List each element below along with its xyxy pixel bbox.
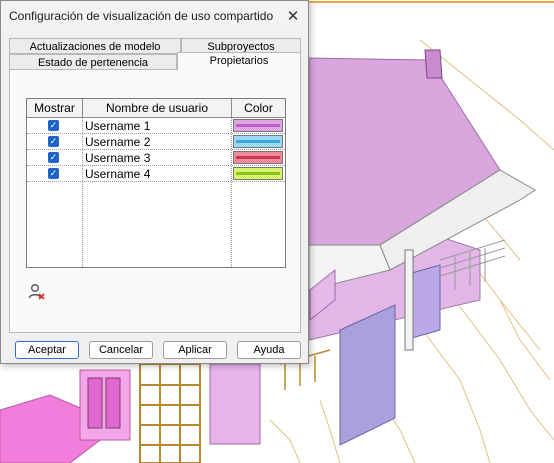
show-checkbox[interactable]: ✓	[48, 152, 59, 163]
color-swatch[interactable]	[233, 119, 283, 132]
tab-label: Propietarios	[209, 55, 269, 67]
owners-table: Mostrar Nombre de usuario Color ✓ Userna…	[26, 98, 286, 268]
tab-owners[interactable]: Propietarios	[177, 52, 301, 70]
dialog-title: Configuración de visualización de uso co…	[9, 9, 274, 23]
apply-button[interactable]: Aplicar	[163, 341, 227, 359]
remove-user-icon[interactable]	[28, 283, 46, 301]
table-row: ✓ Username 2	[27, 134, 285, 150]
column-header-username: Nombre de usuario	[83, 99, 232, 118]
tab-model-updates[interactable]: Actualizaciones de modelo	[9, 38, 181, 54]
color-swatch[interactable]	[233, 151, 283, 164]
show-checkbox[interactable]: ✓	[48, 120, 59, 131]
tab-ownership-status[interactable]: Estado de pertenencia	[9, 54, 177, 70]
dialog-titlebar[interactable]: Configuración de visualización de uso co…	[1, 1, 308, 31]
ok-button[interactable]: Aceptar	[15, 341, 79, 359]
table-row: ✓ Username 1	[27, 118, 285, 134]
column-header-color: Color	[232, 99, 285, 118]
cancel-button[interactable]: Cancelar	[89, 341, 153, 359]
help-button[interactable]: Ayuda	[237, 341, 301, 359]
tab-label: Actualizaciones de modelo	[29, 41, 161, 53]
sharing-display-settings-dialog: Configuración de visualización de uso co…	[0, 0, 309, 364]
table-row: ✓ Username 3	[27, 150, 285, 166]
show-checkbox[interactable]: ✓	[48, 168, 59, 179]
username-cell: Username 2	[85, 135, 151, 149]
color-swatch[interactable]	[233, 135, 283, 148]
show-checkbox[interactable]: ✓	[48, 136, 59, 147]
owners-panel: Mostrar Nombre de usuario Color ✓ Userna…	[9, 69, 301, 333]
close-icon[interactable]: ✕	[281, 5, 305, 27]
tab-label: Estado de pertenencia	[37, 57, 149, 69]
column-header-show: Mostrar	[27, 99, 83, 118]
username-cell: Username 3	[85, 151, 151, 165]
username-cell: Username 4	[85, 167, 151, 181]
username-cell: Username 1	[85, 119, 151, 133]
table-row: ✓ Username 4	[27, 166, 285, 182]
color-swatch[interactable]	[233, 167, 283, 180]
